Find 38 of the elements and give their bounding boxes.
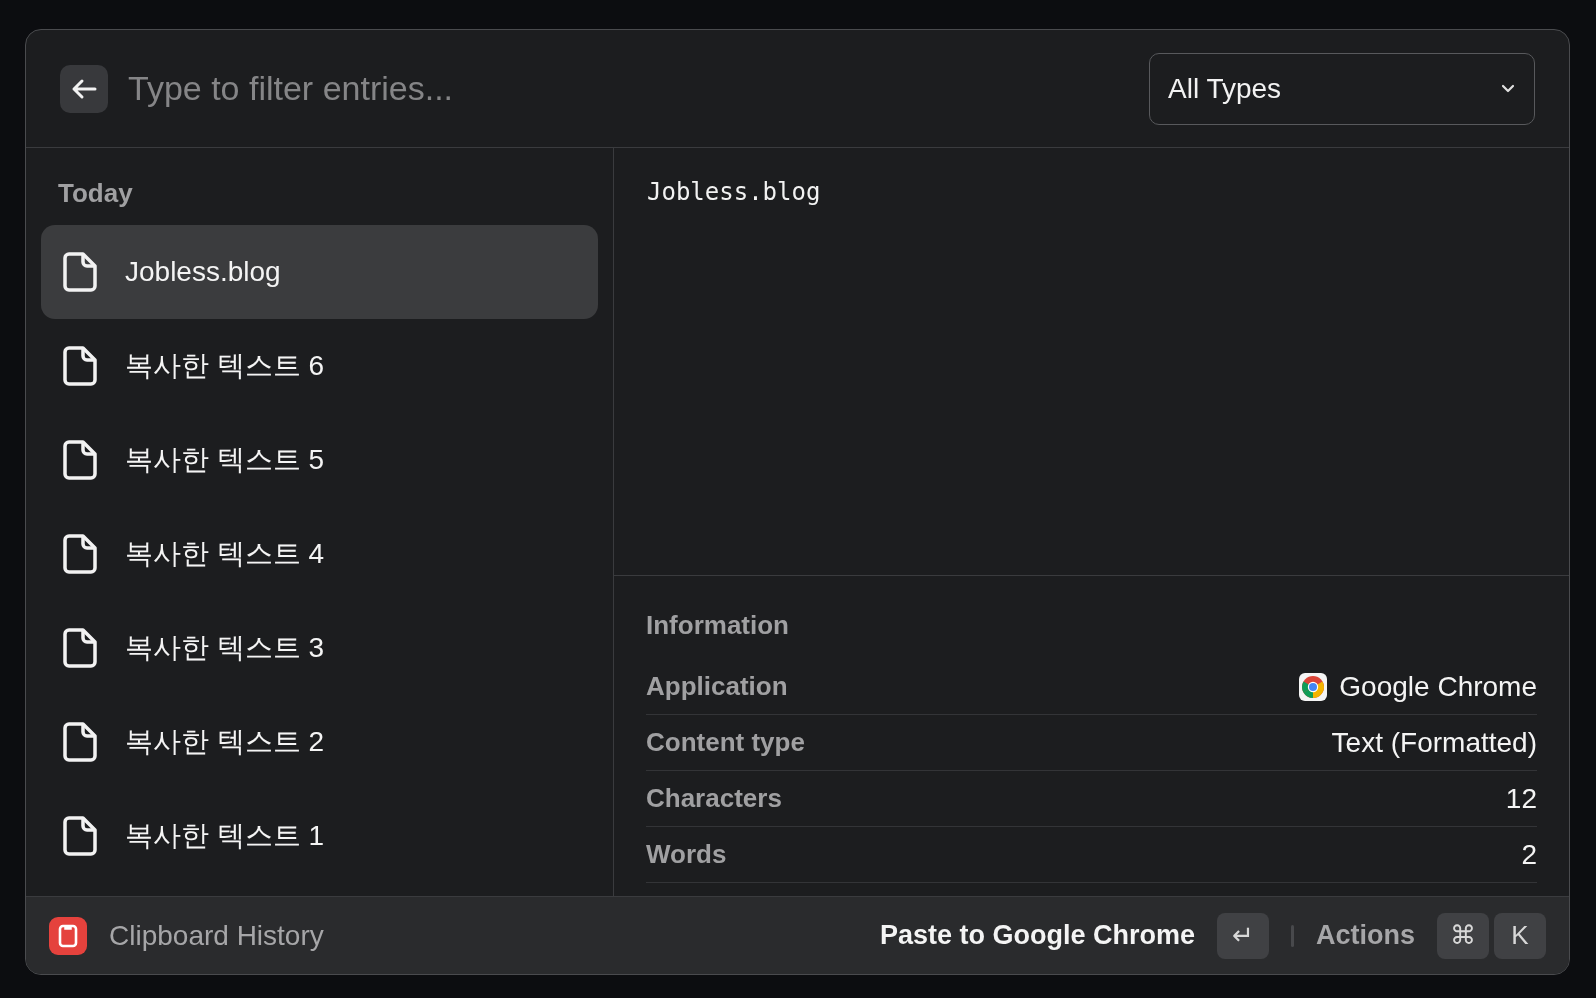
back-button[interactable] <box>60 64 108 113</box>
preview-text: Jobless.blog <box>647 177 821 208</box>
clipboard-app-icon <box>49 916 87 955</box>
info-value: Text (Formatted) <box>1331 725 1537 760</box>
shortcut-key: ⌘ <box>1437 912 1489 959</box>
left-arrow-icon <box>71 77 97 100</box>
shortcut-key: K <box>1494 912 1546 959</box>
document-icon <box>63 346 97 386</box>
footer-title: Clipboard History <box>109 918 324 953</box>
paste-button[interactable]: Paste to Google Chrome <box>879 915 1195 956</box>
info-value: Google Chrome <box>1339 669 1537 704</box>
info-label: Application <box>646 670 788 703</box>
clipboard-entry[interactable]: 복사한 텍스트 4 <box>41 507 598 601</box>
browser-logo-icon <box>1299 672 1328 701</box>
document-icon <box>63 534 97 574</box>
document-icon <box>63 816 97 856</box>
document-icon <box>63 628 97 668</box>
type-dropdown[interactable]: All Types <box>1149 52 1535 125</box>
enter-key: ↵ <box>1217 912 1269 959</box>
information-heading: Information <box>646 609 789 642</box>
clipboard-entry[interactable]: 복사한 텍스트 2 <box>41 695 598 789</box>
info-label: Words <box>646 838 727 871</box>
info-label: Content type <box>646 726 805 759</box>
section-heading: Today <box>57 177 134 210</box>
filter-input-field[interactable]: Type to filter entries... <box>128 63 1149 114</box>
chevron-down-icon <box>1500 83 1516 94</box>
info-label: Characters <box>646 782 782 815</box>
clipboard-entry[interactable]: 복사한 텍스트 3 <box>41 601 598 695</box>
clipboard-entry[interactable]: 복사한 텍스트 6 <box>41 319 598 413</box>
clipboard-entry[interactable]: 복사한 텍스트 5 <box>41 413 598 507</box>
info-value: 2 <box>1521 837 1537 872</box>
document-icon <box>63 440 97 480</box>
clipboard-entry[interactable]: 복사한 텍스트 1 <box>41 789 598 883</box>
info-value: 12 <box>1505 781 1537 816</box>
document-icon <box>63 722 97 762</box>
document-icon <box>63 252 97 292</box>
actions-button[interactable]: Actions <box>1316 915 1415 956</box>
clipboard-entry[interactable]: Jobless.blog <box>41 225 598 319</box>
